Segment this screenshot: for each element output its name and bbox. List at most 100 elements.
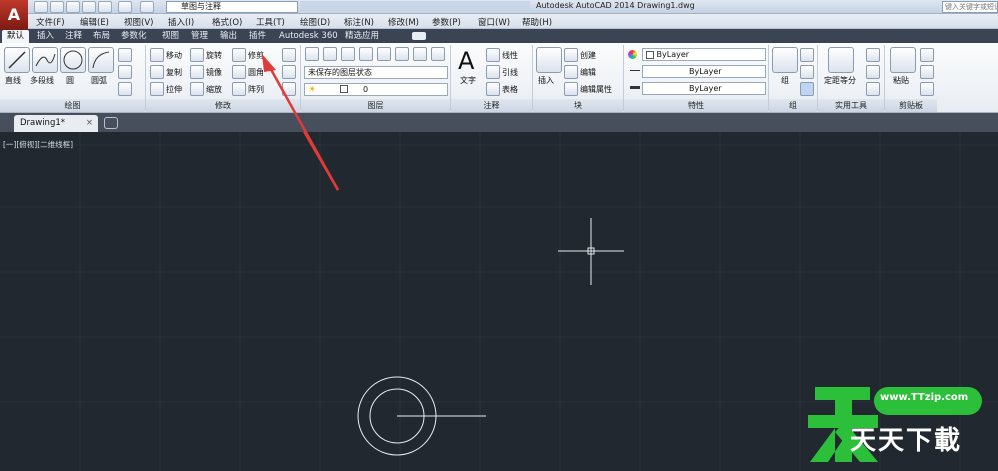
copy-label[interactable]: 复制 xyxy=(166,67,182,78)
tab-view[interactable]: 视图 xyxy=(157,30,184,43)
draw-panel-title[interactable]: 绘图 xyxy=(0,99,145,112)
utilities-panel-title[interactable]: 实用工具 xyxy=(818,99,884,112)
new-tab-icon[interactable] xyxy=(104,117,118,129)
save-as-icon[interactable] xyxy=(82,1,96,13)
group-icon[interactable] xyxy=(772,47,798,73)
layer-tool-icon[interactable] xyxy=(431,47,445,61)
print-icon[interactable] xyxy=(98,1,112,13)
leader-icon[interactable] xyxy=(486,65,500,79)
linear-dim-label[interactable]: 线性 xyxy=(502,50,518,61)
edit-attr-label[interactable]: 编辑属性 xyxy=(580,84,612,95)
create-block-icon[interactable] xyxy=(564,48,578,62)
paste-label[interactable]: 粘贴 xyxy=(893,75,909,86)
circle-tool-icon[interactable] xyxy=(60,47,86,73)
copy-clip-icon[interactable] xyxy=(920,65,934,79)
create-block-label[interactable]: 创建 xyxy=(580,50,596,61)
group-select-icon[interactable] xyxy=(800,82,814,96)
table-icon[interactable] xyxy=(486,82,500,96)
stretch-icon[interactable] xyxy=(150,82,164,96)
mirror-icon[interactable] xyxy=(190,65,204,79)
fillet-icon[interactable] xyxy=(232,65,246,79)
paste-icon[interactable] xyxy=(890,47,916,73)
leader-label[interactable]: 引线 xyxy=(502,67,518,78)
group-label[interactable]: 组 xyxy=(781,75,789,86)
menu-tools[interactable]: 工具(T) xyxy=(256,16,285,28)
offset-icon[interactable] xyxy=(282,82,296,96)
menu-modify[interactable]: 修改(M) xyxy=(388,16,419,28)
polyline-tool-label[interactable]: 多段线 xyxy=(30,75,54,86)
tab-plugins[interactable]: 插件 xyxy=(244,30,271,43)
layer-tool-icon[interactable] xyxy=(413,47,427,61)
new-icon[interactable] xyxy=(34,1,48,13)
tab-output[interactable]: 输出 xyxy=(215,30,242,43)
menu-dimension[interactable]: 标注(N) xyxy=(344,16,374,28)
save-icon[interactable] xyxy=(66,1,80,13)
clipboard-panel-title[interactable]: 剪贴板 xyxy=(885,99,937,112)
layers-panel-title[interactable]: 图层 xyxy=(301,99,450,112)
mirror-label[interactable]: 镜像 xyxy=(206,67,222,78)
undo-icon[interactable] xyxy=(118,1,132,13)
scale-label[interactable]: 缩放 xyxy=(206,84,222,95)
text-tool-icon[interactable]: A xyxy=(458,47,474,75)
tab-annotate[interactable]: 注释 xyxy=(60,30,87,43)
menu-file[interactable]: 文件(F) xyxy=(36,16,65,28)
menu-parametric[interactable]: 参数(P) xyxy=(432,16,461,28)
layer-state-select[interactable]: 未保存的图层状态 xyxy=(304,66,448,79)
array-icon[interactable] xyxy=(232,82,246,96)
rotate-label[interactable]: 旋转 xyxy=(206,50,222,61)
edit-block-label[interactable]: 编辑 xyxy=(580,67,596,78)
current-layer-select[interactable]: 0 xyxy=(304,83,448,96)
menu-insert[interactable]: 插入(I) xyxy=(168,16,194,28)
layer-properties-icon[interactable] xyxy=(305,47,319,61)
measure-icon[interactable] xyxy=(828,47,854,73)
line-tool-label[interactable]: 直线 xyxy=(5,75,21,86)
viewport-controls[interactable]: [一][俯视][二维线框] xyxy=(3,139,73,150)
measure-label[interactable]: 定距等分 xyxy=(824,75,856,86)
copy-icon[interactable] xyxy=(150,65,164,79)
linear-dim-icon[interactable] xyxy=(486,48,500,62)
color-wheel-icon[interactable] xyxy=(628,50,637,59)
move-label[interactable]: 移动 xyxy=(166,50,182,61)
properties-panel-title[interactable]: 特性 xyxy=(624,99,768,112)
arc-tool-label[interactable]: 圆弧 xyxy=(91,75,107,86)
layer-tool-icon[interactable] xyxy=(359,47,373,61)
stretch-label[interactable]: 拉伸 xyxy=(166,84,182,95)
utility-icon[interactable] xyxy=(866,48,880,62)
text-tool-label[interactable]: 文字 xyxy=(460,75,476,86)
trim-icon[interactable] xyxy=(232,48,246,62)
fillet-label[interactable]: 圆角 xyxy=(248,67,264,78)
hatch-icon[interactable] xyxy=(118,82,132,96)
redo-icon[interactable] xyxy=(140,1,154,13)
modify-panel-title[interactable]: 修改 xyxy=(146,99,300,112)
menu-window[interactable]: 窗口(W) xyxy=(478,16,510,28)
arc-tool-icon[interactable] xyxy=(88,47,114,73)
search-input[interactable]: 键入关键字或短语 xyxy=(942,1,998,13)
drawing-file-tab[interactable]: Drawing1* × xyxy=(14,115,98,132)
tab-parametric[interactable]: 参数化 xyxy=(116,30,152,43)
menu-draw[interactable]: 绘图(D) xyxy=(300,16,330,28)
tab-autodesk-360[interactable]: Autodesk 360 xyxy=(274,30,343,43)
menu-format[interactable]: 格式(O) xyxy=(212,16,242,28)
rectangle-icon[interactable] xyxy=(118,48,132,62)
group-panel-title[interactable]: 组 xyxy=(769,99,817,112)
match-properties-icon[interactable] xyxy=(920,82,934,96)
circle-tool-label[interactable]: 圆 xyxy=(66,75,74,86)
polyline-tool-icon[interactable] xyxy=(32,47,58,73)
erase-icon[interactable] xyxy=(282,48,296,62)
close-icon[interactable]: × xyxy=(86,115,93,131)
table-label[interactable]: 表格 xyxy=(502,84,518,95)
tab-insert[interactable]: 插入 xyxy=(32,30,59,43)
linetype-select[interactable]: ByLayer xyxy=(642,65,766,78)
insert-block-label[interactable]: 插入 xyxy=(538,75,554,86)
group-edit-icon[interactable] xyxy=(800,65,814,79)
edit-block-icon[interactable] xyxy=(564,65,578,79)
array-label[interactable]: 阵列 xyxy=(248,84,264,95)
ungroup-icon[interactable] xyxy=(800,48,814,62)
scale-icon[interactable] xyxy=(190,82,204,96)
lineweight-select[interactable]: ByLayer xyxy=(642,82,766,95)
ellipse-icon[interactable] xyxy=(118,65,132,79)
utility-icon[interactable] xyxy=(866,65,880,79)
insert-block-icon[interactable] xyxy=(536,47,562,73)
drawing-canvas[interactable] xyxy=(0,132,998,471)
calculator-icon[interactable] xyxy=(866,82,880,96)
